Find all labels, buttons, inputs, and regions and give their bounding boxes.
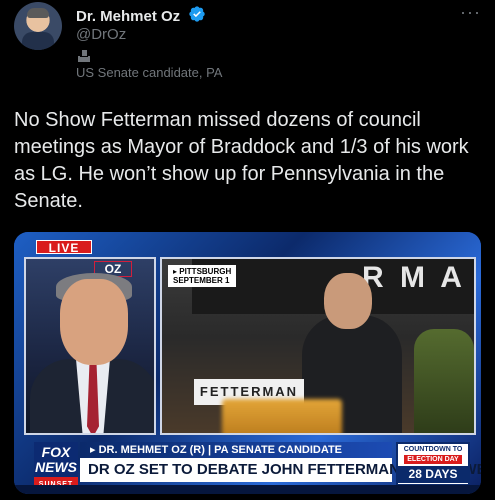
crowd-figure bbox=[414, 329, 474, 433]
author-handle[interactable]: @DrOz bbox=[76, 26, 126, 43]
verified-badge-icon bbox=[189, 6, 206, 22]
location-tag: ▸ PITTSBURGH SEPTEMBER 1 bbox=[168, 265, 237, 287]
avatar[interactable] bbox=[14, 2, 62, 50]
oz-video-panel: OZ bbox=[24, 257, 156, 435]
government-label-text: US Senate candidate, PA bbox=[76, 65, 223, 80]
tweet-text: No Show Fetterman missed dozens of counc… bbox=[14, 109, 469, 212]
ticker-strip bbox=[14, 485, 481, 494]
author-name[interactable]: Dr. Mehmet Oz bbox=[76, 5, 206, 25]
countdown-title: COUNTDOWN TO bbox=[403, 446, 463, 453]
tweet-header: Dr. Mehmet Oz @DrOz ··· US Senate candid… bbox=[0, 0, 495, 90]
countdown-days: 28 DAYS bbox=[398, 466, 468, 483]
fox-logo-line1: FOX bbox=[41, 444, 71, 460]
stage-banner-text: R M A bbox=[362, 261, 466, 294]
fox-logo-line2: NEWS bbox=[35, 459, 77, 475]
live-badge: LIVE bbox=[36, 240, 92, 255]
avatar-hair bbox=[27, 8, 49, 18]
author-name-text[interactable]: Dr. Mehmet Oz bbox=[76, 8, 180, 25]
fox-news-logo: FOX NEWS SUNSET bbox=[34, 442, 78, 492]
fetterman-head bbox=[324, 273, 372, 329]
lower-third: FOX NEWS SUNSET ▸ DR. MEHMET OZ (R) | PA… bbox=[14, 437, 481, 494]
chyron-subtitle: ▸ DR. MEHMET OZ (R) | PA SENATE CANDIDAT… bbox=[80, 442, 392, 458]
location-tag-date: SEPTEMBER 1 bbox=[173, 276, 230, 285]
more-options-icon[interactable]: ··· bbox=[460, 2, 481, 23]
election-countdown: COUNTDOWN TO ELECTION DAY 28 DAYS bbox=[396, 442, 470, 486]
location-tag-city: ▸ PITTSBURGH bbox=[173, 267, 232, 276]
podium bbox=[222, 399, 342, 433]
oz-face bbox=[60, 279, 128, 365]
fetterman-video-panel: R M A ▸ PITTSBURGH SEPTEMBER 1 FETTERMAN bbox=[160, 257, 476, 435]
avatar-shirt bbox=[22, 32, 54, 50]
tweet-video[interactable]: LIVE OZ R M A ▸ PITTSBURGH SEPTEMBER 1 F… bbox=[14, 232, 481, 494]
ballot-box-icon bbox=[78, 50, 90, 62]
countdown-subtitle: ELECTION DAY bbox=[404, 455, 462, 464]
chyron-headline: DR OZ SET TO DEBATE JOHN FETTERMAN IN TW… bbox=[80, 458, 481, 482]
